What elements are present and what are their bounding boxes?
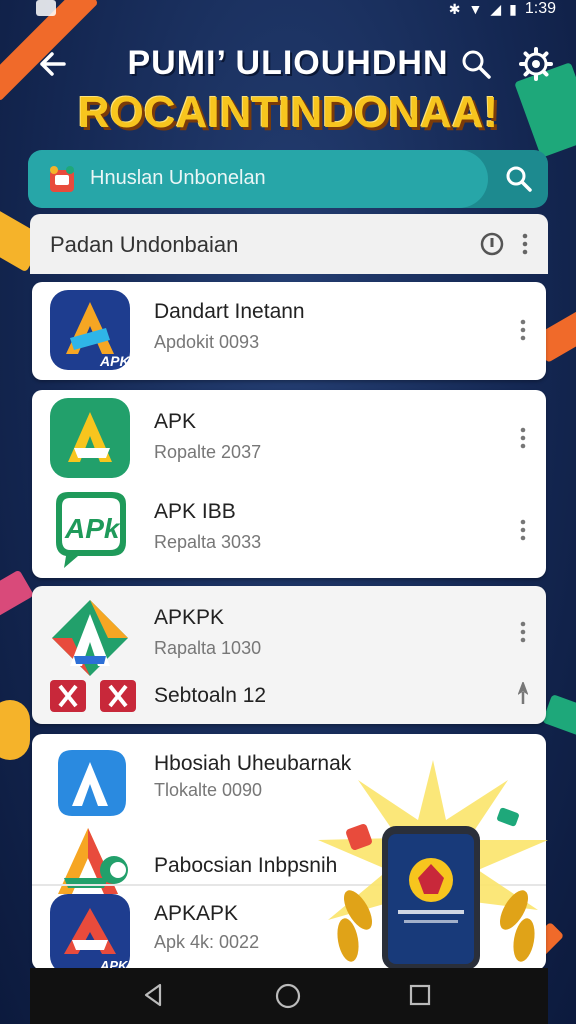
app-name: APKAPK <box>154 902 239 925</box>
app-version: Repalta 3033 <box>154 532 262 552</box>
list-title: Padan Undonbaian <box>50 232 239 257</box>
wifi-icon: ▼ <box>468 1 483 17</box>
svg-text:APK: APK <box>99 353 130 369</box>
nav-recents-icon[interactable] <box>408 983 432 1007</box>
nav-back-icon[interactable] <box>140 982 166 1008</box>
more-vertical-icon[interactable] <box>518 426 528 450</box>
top-bar: PUMI’ ULIOUHDHN <box>0 36 576 96</box>
status-bar: ✱ ▼ ◢ ▮ 1:39 <box>0 0 576 22</box>
more-vertical-icon[interactable] <box>520 232 530 256</box>
more-vertical-icon[interactable] <box>518 518 528 542</box>
battery-icon: ▮ <box>509 0 517 17</box>
flags-icon <box>50 680 136 712</box>
app-version: Apk 4k: 0022 <box>154 932 260 952</box>
info-icon[interactable] <box>480 232 504 256</box>
list-card: APK Ropalte 2037 APk APK IBB Repalta 303… <box>32 390 546 578</box>
list-header: Padan Undonbaian <box>30 214 548 274</box>
search-input[interactable]: Hnuslan Unbonelan <box>90 167 266 190</box>
app-version: Tlokalte 0090 <box>154 780 263 800</box>
apk-green-badge-icon: APk <box>56 492 126 568</box>
decor-stripe <box>0 700 30 760</box>
app-name: Sebtoaln 12 <box>154 684 267 707</box>
bluetooth-icon: ✱ <box>448 0 461 17</box>
apk-green-icon <box>50 398 130 478</box>
apk-navy-icon: APK <box>50 894 130 974</box>
arrow-left-icon <box>40 52 66 76</box>
search-bar[interactable]: Hnuslan Unbonelan <box>28 150 548 208</box>
app-name: Pabocsian Inbpsnih <box>154 854 338 877</box>
app-logo-icon <box>50 166 74 192</box>
notification-icon <box>36 0 56 16</box>
apk-orange-blue-icon: APK <box>50 290 130 370</box>
promo-phone-illustration <box>318 760 548 970</box>
list-item[interactable]: APK Ropalte 2037 <box>32 396 546 486</box>
list-item[interactable]: Sebtoaln 12 <box>32 668 546 720</box>
nav-home-icon[interactable] <box>274 982 302 1010</box>
back-button[interactable] <box>34 44 74 84</box>
app-name: Dandart Inetann <box>154 300 305 323</box>
more-vertical-icon[interactable] <box>518 620 528 644</box>
search-icon <box>462 50 491 79</box>
list-item[interactable]: APk APK IBB Repalta 3033 <box>32 486 546 576</box>
settings-button[interactable] <box>518 46 554 82</box>
pin-icon[interactable] <box>518 682 528 706</box>
list-item[interactable]: APK Dandart Inetann Apdokit 0093 <box>32 282 546 380</box>
page-subtitle: ROCAINTINDONAA! <box>77 88 499 137</box>
navigation-bar <box>30 968 548 1024</box>
list-card: APKPK Rapalta 1030 Sebtoaln 12 <box>32 586 546 724</box>
search-button[interactable] <box>458 46 494 82</box>
app-version: Rapalta 1030 <box>154 638 262 658</box>
status-time: 1:39 <box>524 0 556 17</box>
app-version: Apdokit 0093 <box>154 332 260 352</box>
app-name: APK <box>154 410 197 433</box>
app-version: Ropalte 2037 <box>154 442 262 462</box>
app-name: APK IBB <box>154 500 236 523</box>
more-vertical-icon[interactable] <box>518 318 528 342</box>
apk-colored-icon <box>58 828 128 894</box>
signal-icon: ◢ <box>490 0 502 17</box>
svg-text:APk: APk <box>64 513 121 544</box>
search-icon[interactable] <box>502 162 536 196</box>
gear-icon <box>519 47 553 81</box>
app-name: APKPK <box>154 606 225 629</box>
